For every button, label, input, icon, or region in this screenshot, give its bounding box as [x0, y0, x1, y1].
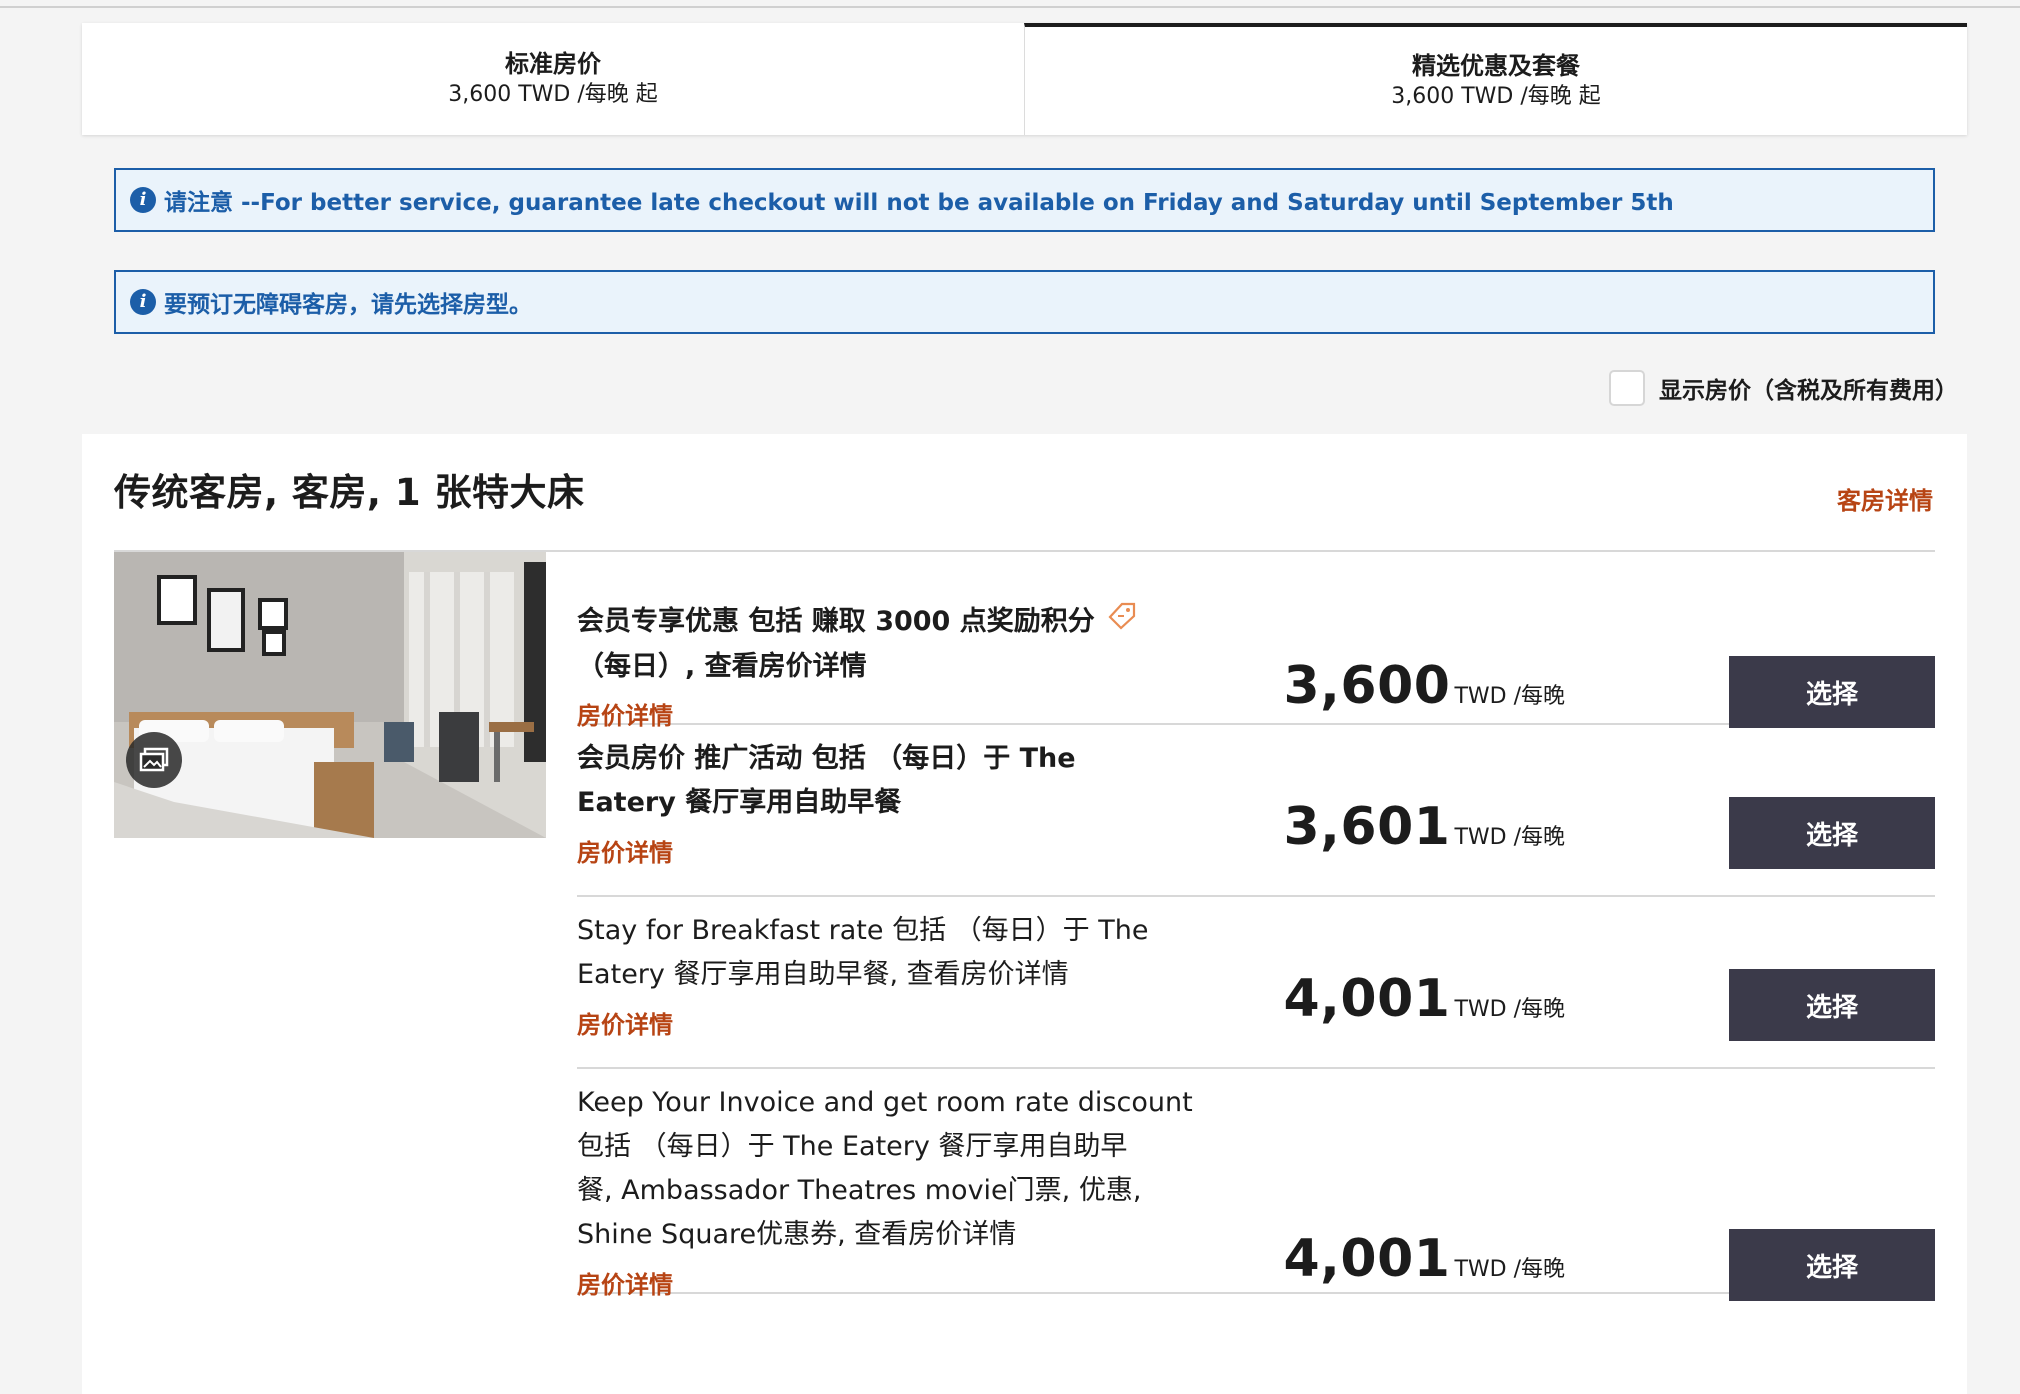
rate-tabs: 标准房价 3,600 TWD /每晚 起 精选优惠及套餐 3,600 TWD /…	[82, 23, 1967, 135]
rate-price: 3,601 TWD /每晚	[1283, 797, 1565, 857]
notice-text: 要预订无障碍客房，请先选择房型。	[164, 292, 532, 318]
price-unit: TWD /每晚	[1454, 997, 1565, 1022]
rate-description: Keep Your Invoice and get room rate disc…	[577, 1081, 1193, 1257]
rate-row: 会员房价 推广活动 包括 （每日）于 The Eatery 餐厅享用自助早餐 房…	[577, 725, 1935, 897]
gallery-icon	[139, 747, 169, 772]
price-unit: TWD /每晚	[1454, 684, 1565, 709]
show-tax-inclusive-toggle[interactable]: 显示房价（含税及所有费用）	[1609, 370, 1958, 406]
tag-icon	[1107, 601, 1137, 645]
price-unit: TWD /每晚	[1454, 825, 1565, 850]
rate-desc-line: （每日）, 查看房价详情	[577, 650, 867, 682]
rate-desc-line: 会员房价 推广活动 包括 （每日）于 The	[577, 743, 1076, 774]
rate-desc-line: Eatery 餐厅享用自助早餐	[577, 787, 902, 818]
room-card: 传统客房, 客房, 1 张特大床 客房详情 会员专享优惠 包括 赚取 3000 …	[82, 434, 1967, 1394]
rate-details-link[interactable]: 房价详情	[577, 833, 673, 868]
rate-row: 会员专享优惠 包括 赚取 3000 点奖励积分 （每日）, 查看房价详情 房价详…	[577, 552, 1935, 730]
notice-text: 请注意 --For better service, guarantee late…	[164, 190, 1674, 216]
select-rate-button[interactable]: 选择	[1729, 1229, 1935, 1301]
rate-details-link[interactable]: 房价详情	[577, 1265, 673, 1300]
rate-desc-line: 包括 （每日）于 The Eatery 餐厅享用自助早	[577, 1131, 1128, 1162]
price-amount: 4,001	[1283, 969, 1451, 1029]
price-unit: TWD /每晚	[1454, 1257, 1565, 1282]
rate-desc-line: Shine Square优惠券, 查看房价详情	[577, 1219, 1017, 1250]
tab-title: 标准房价	[505, 50, 601, 78]
rate-description: Stay for Breakfast rate 包括 （每日）于 The Eat…	[577, 909, 1157, 997]
rate-price: 4,001 TWD /每晚	[1283, 1229, 1565, 1289]
rate-price: 3,600 TWD /每晚	[1283, 656, 1565, 716]
notice-accessible-room: i 要预订无障碍客房，请先选择房型。	[114, 270, 1935, 334]
info-icon: i	[130, 187, 156, 213]
rate-row: Keep Your Invoice and get room rate disc…	[577, 1069, 1935, 1301]
select-rate-button[interactable]: 选择	[1729, 969, 1935, 1041]
room-photo[interactable]	[114, 552, 546, 838]
notice-late-checkout: i 请注意 --For better service, guarantee la…	[114, 168, 1935, 232]
room-photo-illustration	[114, 552, 546, 838]
rate-desc-line: 餐, Ambassador Theatres movie门票, 优惠,	[577, 1175, 1142, 1206]
rate-description: 会员专享优惠 包括 赚取 3000 点奖励积分 （每日）, 查看房价详情	[577, 600, 1157, 689]
rate-details-link[interactable]: 房价详情	[577, 1005, 673, 1040]
tab-offers-packages[interactable]: 精选优惠及套餐 3,600 TWD /每晚 起	[1024, 23, 1967, 135]
price-amount: 4,001	[1283, 1229, 1451, 1289]
checkbox-label: 显示房价（含税及所有费用）	[1659, 378, 1958, 404]
price-amount: 3,601	[1283, 797, 1451, 857]
info-icon: i	[130, 289, 156, 315]
checkbox[interactable]	[1609, 370, 1645, 406]
rate-price: 4,001 TWD /每晚	[1283, 969, 1565, 1029]
rate-description: 会员房价 推广活动 包括 （每日）于 The Eatery 餐厅享用自助早餐	[577, 737, 1157, 825]
room-title: 传统客房, 客房, 1 张特大床	[114, 471, 585, 514]
select-rate-button[interactable]: 选择	[1729, 797, 1935, 869]
rate-row: Stay for Breakfast rate 包括 （每日）于 The Eat…	[577, 897, 1935, 1069]
rate-desc-line: Keep Your Invoice and get room rate disc…	[577, 1087, 1193, 1118]
select-rate-button[interactable]: 选择	[1729, 656, 1935, 728]
room-details-link[interactable]: 客房详情	[1837, 481, 1933, 516]
rate-desc-line: 会员专享优惠 包括 赚取 3000 点奖励积分	[577, 606, 1095, 637]
tab-price: 3,600 TWD /每晚 起	[448, 82, 658, 107]
gallery-button[interactable]	[126, 732, 182, 788]
tab-standard-rates[interactable]: 标准房价 3,600 TWD /每晚 起	[82, 23, 1024, 135]
tab-price: 3,600 TWD /每晚 起	[1391, 84, 1601, 109]
rate-desc-line: Eatery 餐厅享用自助早餐, 查看房价详情	[577, 959, 1069, 990]
top-divider	[0, 6, 2020, 8]
price-amount: 3,600	[1283, 656, 1451, 716]
rate-desc-line: Stay for Breakfast rate 包括 （每日）于 The	[577, 915, 1149, 946]
tab-title: 精选优惠及套餐	[1412, 52, 1580, 80]
